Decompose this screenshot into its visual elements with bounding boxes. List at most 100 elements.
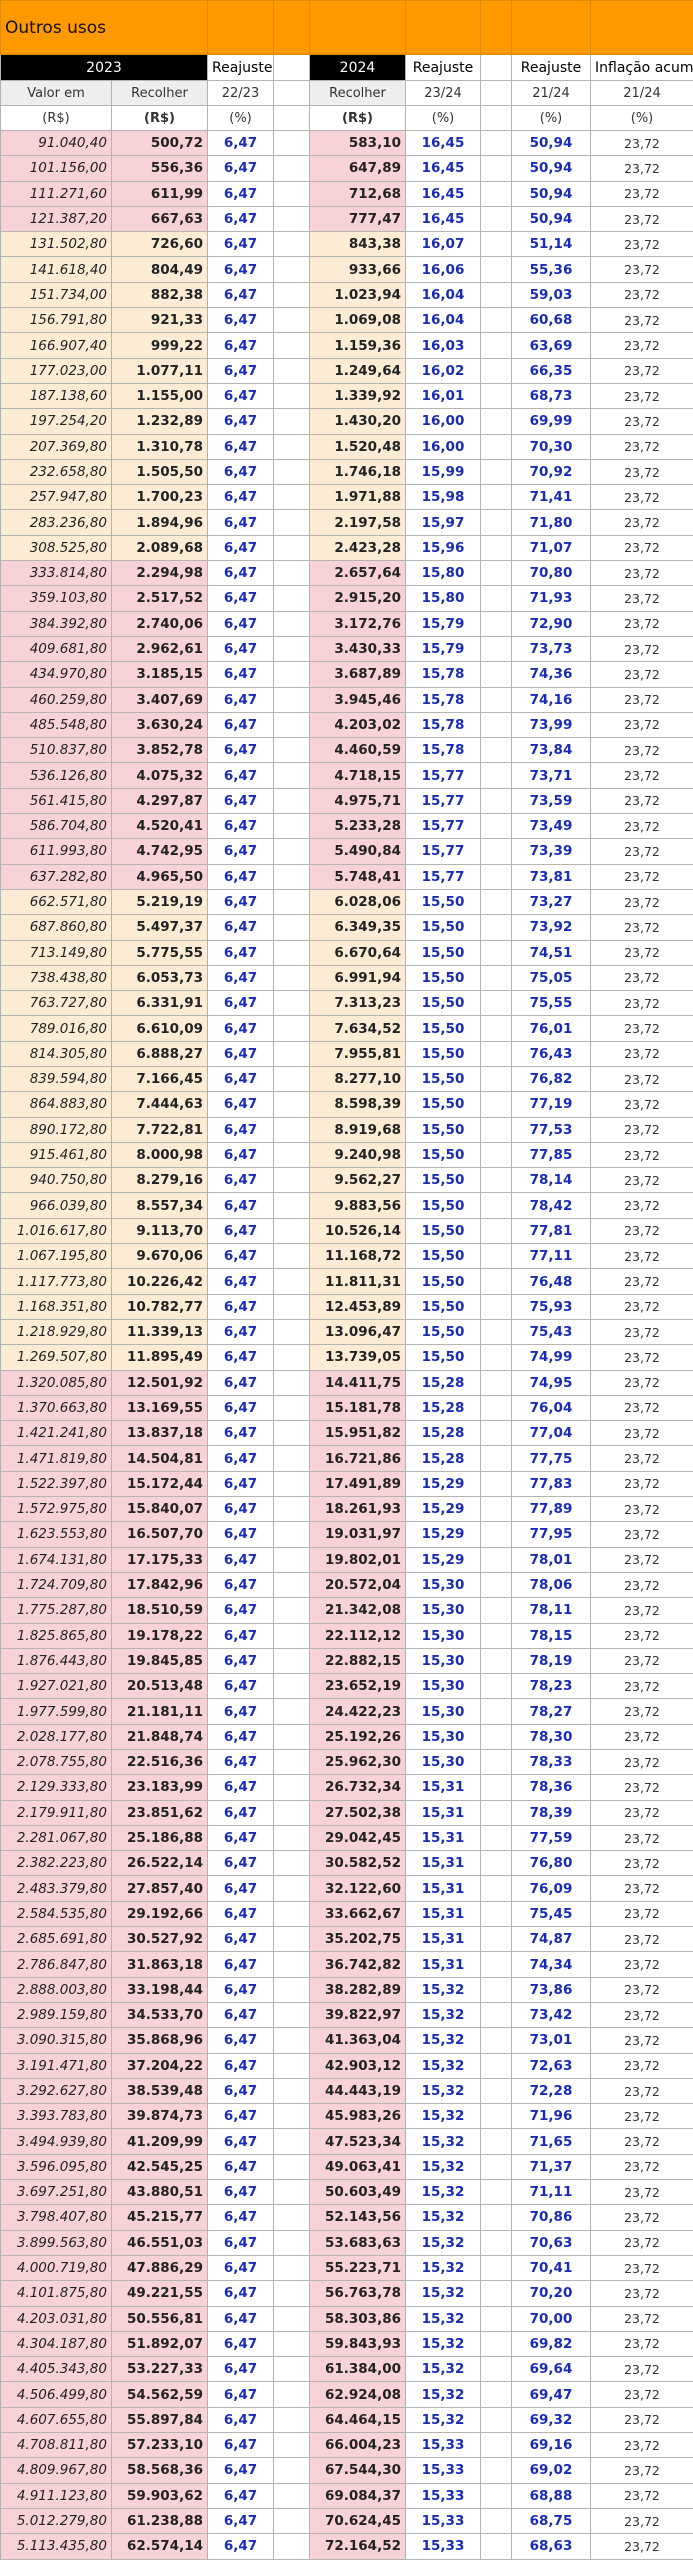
spacer-cell: [480, 534, 512, 562]
reajuste-21-24-cell: 76,43: [511, 1040, 591, 1067]
inflacao-cell: 23,72: [590, 863, 693, 890]
valor-cell: 384.392,80: [0, 610, 112, 637]
spacer-cell: [480, 458, 512, 486]
valor-cell: 1.977.599,80: [0, 1698, 112, 1725]
reajuste-22-23-cell: 6,47: [207, 2052, 274, 2079]
spacer-cell: [273, 1420, 310, 1447]
inflacao-cell: 23,72: [590, 1217, 693, 1245]
year-2023-header: 2023: [0, 54, 208, 81]
reajuste-22-23-cell: 6,47: [207, 1926, 274, 1953]
table-row: 4.708.811,80 57.233,10 6,47 66.004,23 15,33 6…: [0, 2432, 693, 2459]
reajuste-22-23-cell: 6,47: [207, 2103, 274, 2130]
reajuste-21-24-cell: 71,93: [511, 585, 591, 612]
inflacao-cell: 23,72: [590, 2103, 693, 2130]
valor-cell: 359.103,80: [0, 585, 112, 612]
recolher-2023-cell: 46.551,03: [111, 2229, 208, 2256]
reajuste-23-24-cell: 15,50: [405, 1065, 481, 1093]
reajuste-23-24-cell: 15,32: [405, 2356, 481, 2383]
spacer-cell: [480, 1065, 512, 1093]
reajuste-23-24-cell: 15,31: [405, 1926, 481, 1953]
table-row: 3.798.407,80 45.215,77 6,47 52.143,56 15,32 7…: [0, 2204, 693, 2231]
spacer-cell: [273, 1116, 310, 1143]
recolher-2024-cell: 14.411,75: [309, 1369, 406, 1396]
table-row: 1.572.975,80 15.840,07 6,47 18.261,93 15,29 7…: [0, 1496, 693, 1523]
valor-cell: 1.572.975,80: [0, 1496, 112, 1523]
spacer-cell: [480, 711, 512, 739]
recolher-header-2: Recolher: [309, 80, 406, 106]
period-22-23: 22/23: [207, 80, 274, 106]
valor-cell: 3.292.627,80: [0, 2077, 112, 2105]
reajuste-23-24-cell: 15,30: [405, 1698, 481, 1725]
reajuste-21-24-cell: 75,55: [511, 990, 591, 1017]
spacer-cell: [480, 1141, 512, 1169]
inflacao-cell: 23,72: [590, 2254, 693, 2282]
spacer-cell: [273, 1470, 310, 1498]
spacer-cell: [273, 1091, 310, 1118]
header-row-2: Valor em Recolher 22/23 Recolher 23/24 2…: [0, 80, 693, 106]
recolher-2023-cell: 500,72: [111, 129, 208, 157]
table-row: 91.040,40 500,72 6,47 583,10 16,45 50,94 23,72: [0, 129, 693, 157]
spacer-cell: [273, 711, 310, 739]
recolher-2023-cell: 3.185,15: [111, 661, 208, 688]
spacer-cell: [480, 1850, 512, 1877]
inflacao-cell: 23,72: [590, 2356, 693, 2383]
spacer-cell: [273, 180, 310, 207]
spacer-cell: [273, 2305, 310, 2332]
reajuste-22-23-cell: 6,47: [207, 1723, 274, 1751]
recolher-2023-cell: 18.510,59: [111, 1597, 208, 1624]
reajuste-21-24-cell: 73,59: [511, 787, 591, 815]
reajuste-21-24-cell: 78,01: [511, 1546, 591, 1573]
recolher-2023-cell: 54.562,59: [111, 2381, 208, 2408]
period-23-24: 23/24: [405, 80, 481, 106]
rates-table: Outros usos 2023 Reajuste 2024 Reajuste …: [0, 0, 693, 2560]
table-row: 2.281.067,80 25.186,88 6,47 29.042,45 15,31 7…: [0, 1824, 693, 1852]
table-row: 207.369,80 1.310,78 6,47 1.520,48 16,00 70,30…: [0, 433, 693, 460]
recolher-2024-cell: 67.544,30: [309, 2457, 406, 2484]
table-row: 156.791,80 921,33 6,47 1.069,08 16,04 60,68 23…: [0, 307, 693, 334]
recolher-2024-cell: 843,38: [309, 231, 406, 258]
valor-cell: 3.798.407,80: [0, 2204, 112, 2231]
recolher-2023-cell: 3.407,69: [111, 686, 208, 713]
reajuste-21-24-cell: 78,11: [511, 1597, 591, 1624]
reajuste-21-24-cell: 72,28: [511, 2077, 591, 2105]
reajuste-21-24-cell: 78,36: [511, 1774, 591, 1801]
spacer-cell: [273, 1040, 310, 1067]
recolher-2024-cell: 19.031,97: [309, 1521, 406, 1548]
recolher-2023-cell: 23.183,99: [111, 1774, 208, 1801]
inflacao-cell: 23,72: [590, 357, 693, 384]
reajuste-23-24-cell: 15,50: [405, 1344, 481, 1371]
spacer-cell: [480, 990, 512, 1017]
spacer-cell: [273, 1647, 310, 1675]
reajuste-22-23-cell: 6,47: [207, 1850, 274, 1877]
reajuste-21-24-cell: 50,94: [511, 205, 591, 233]
table-row: 409.681,80 2.962,61 6,47 3.430,33 15,79 73,73…: [0, 635, 693, 663]
inflacao-cell: 23,72: [590, 1571, 693, 1599]
table-row: 4.506.499,80 54.562,59 6,47 62.924,08 15,32 6…: [0, 2381, 693, 2408]
reajuste-23-24-cell: 15,50: [405, 1293, 481, 1320]
recolher-2024-cell: 5.490,84: [309, 838, 406, 865]
inflacao-cell: 23,72: [590, 307, 693, 334]
recolher-2024-cell: 7.634,52: [309, 1015, 406, 1042]
inflacao-cell: 23,72: [590, 1091, 693, 1118]
recolher-2023-cell: 804,49: [111, 256, 208, 283]
valor-cell: 207.369,80: [0, 433, 112, 460]
recolher-2023-cell: 999,22: [111, 332, 208, 359]
inflacao-cell: 23,72: [590, 585, 693, 612]
spacer-cell: [273, 256, 310, 283]
reajuste-22-23-cell: 6,47: [207, 2457, 274, 2484]
recolher-2024-cell: 2.423,28: [309, 534, 406, 562]
reajuste-21-24-cell: 70,92: [511, 458, 591, 486]
spacer-cell: [273, 990, 310, 1017]
reajuste-21-24-cell: 77,59: [511, 1824, 591, 1852]
recolher-2024-cell: 1.069,08: [309, 307, 406, 334]
spacer-cell: [273, 2280, 310, 2307]
recolher-2023-cell: 2.294,98: [111, 560, 208, 587]
recolher-2024-cell: 27.502,38: [309, 1799, 406, 1826]
spacer-cell: [480, 1774, 512, 1801]
reajuste-23-24-cell: 15,31: [405, 1774, 481, 1801]
recolher-2024-cell: 2.915,20: [309, 585, 406, 612]
valor-cell: 1.370.663,80: [0, 1394, 112, 1422]
reajuste-23-24-cell: 15,97: [405, 509, 481, 536]
spacer-cell: [480, 2432, 512, 2459]
reajuste-21-24-cell: 77,95: [511, 1521, 591, 1548]
